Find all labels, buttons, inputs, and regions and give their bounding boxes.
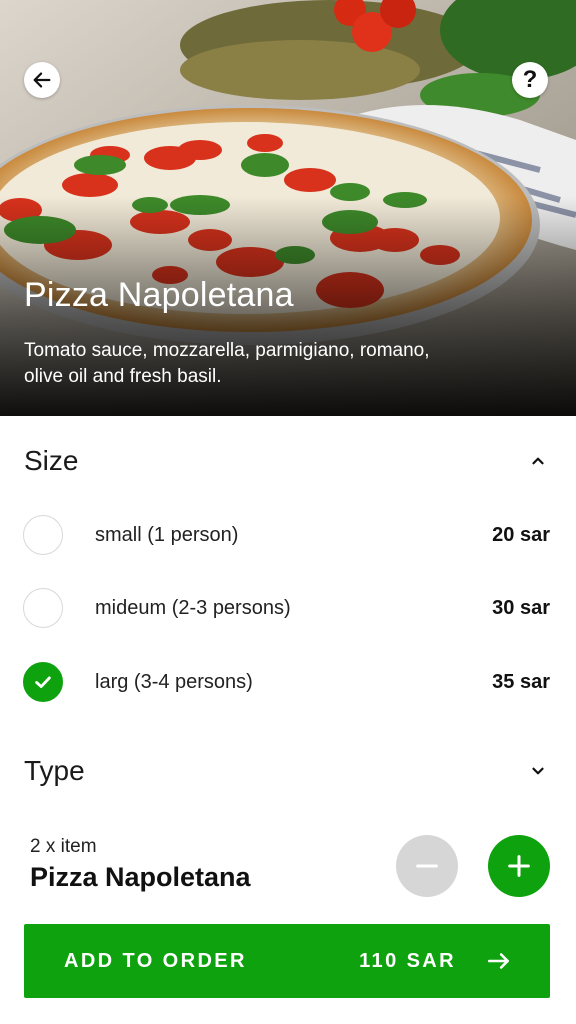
option-label: larg (3-4 persons) (95, 670, 253, 693)
question-mark-icon: ? (522, 66, 538, 93)
size-option-medium[interactable]: mideum (2-3 persons) 30 sar (0, 578, 576, 638)
arrow-left-icon (33, 72, 51, 88)
hero-banner: ? Pizza Napoletana Tomato sauce, mozzare… (0, 0, 576, 416)
option-price: 20 sar (492, 523, 550, 546)
decrease-quantity-button[interactable] (396, 835, 458, 897)
option-label: mideum (2-3 persons) (95, 596, 291, 619)
option-price: 30 sar (492, 596, 550, 619)
arrow-right-icon (486, 947, 514, 975)
type-section-title: Type (24, 755, 85, 786)
check-icon (35, 676, 51, 688)
item-title: Pizza Napoletana (24, 276, 294, 314)
quantity-text: 2 x item (30, 836, 97, 857)
size-option-large[interactable]: larg (3-4 persons) 35 sar (0, 652, 576, 712)
item-description: Tomato sauce, mozzarella, parmigiano, ro… (24, 340, 430, 387)
size-section-title: Size (24, 445, 79, 476)
size-section-header[interactable]: Size (0, 431, 576, 491)
chevron-up-icon[interactable] (524, 447, 552, 475)
increase-quantity-button[interactable] (488, 835, 550, 897)
help-button[interactable]: ? (512, 62, 548, 98)
chevron-down-icon[interactable] (524, 757, 552, 785)
summary-item-name: Pizza Napoletana (30, 862, 251, 892)
type-section-header[interactable]: Type (0, 741, 576, 801)
order-button-label: ADD TO ORDER (64, 949, 247, 972)
size-option-small[interactable]: small (1 person) 20 sar (0, 505, 576, 565)
order-summary: 2 x item Pizza Napoletana (30, 836, 251, 893)
add-to-order-button[interactable]: ADD TO ORDER 110 SAR (24, 924, 550, 998)
radio-button[interactable] (23, 588, 63, 628)
plus-icon (508, 855, 530, 877)
order-total-price: 110 SAR (359, 949, 456, 972)
radio-button[interactable] (23, 515, 63, 555)
minus-icon (416, 864, 438, 868)
option-label: small (1 person) (95, 523, 239, 546)
radio-button-checked[interactable] (23, 662, 63, 702)
option-price: 35 sar (492, 670, 550, 693)
back-button[interactable] (24, 62, 60, 98)
